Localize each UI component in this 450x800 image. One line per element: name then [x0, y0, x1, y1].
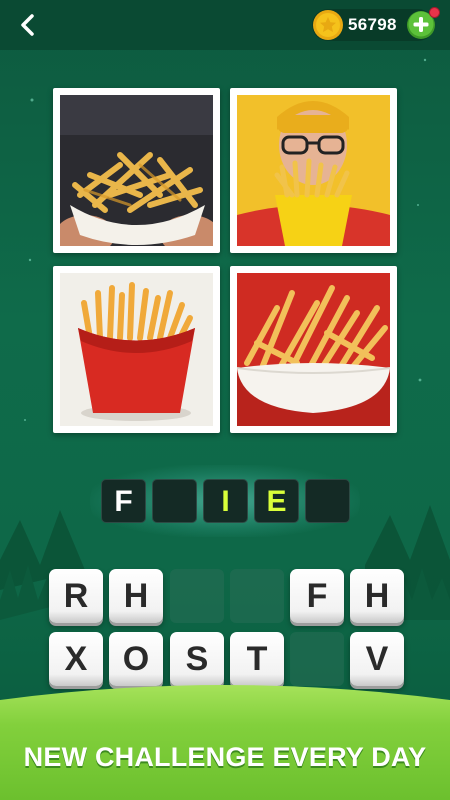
letter-key[interactable]: O [109, 632, 163, 686]
photo-man-with-fries[interactable] [230, 88, 397, 253]
banner-text: NEW CHALLENGE EVERY DAY [23, 742, 427, 772]
letter-key[interactable]: X [49, 632, 103, 686]
chevron-left-icon [21, 14, 34, 36]
letter-key[interactable]: F [290, 569, 344, 623]
letter-key[interactable]: R [49, 569, 103, 623]
photo-fries-red-box[interactable] [53, 266, 220, 433]
answer-slot-4[interactable]: E [254, 479, 299, 523]
coin-balance: 56798 [348, 15, 397, 34]
top-bar: 56798 [0, 0, 450, 50]
letter-key[interactable]: T [230, 632, 284, 686]
empty-key-slot [230, 569, 284, 623]
banner-hill [0, 685, 450, 800]
empty-key-slot [290, 632, 344, 686]
empty-key-slot [170, 569, 224, 623]
letter-key[interactable]: H [109, 569, 163, 623]
gold-coin-icon [313, 10, 343, 40]
back-button[interactable] [14, 10, 42, 40]
fries-red-box-image [60, 273, 213, 426]
fries-white-bowl-image [237, 273, 390, 426]
letter-key[interactable]: H [350, 569, 404, 623]
answer-slot-3[interactable]: I [203, 479, 248, 523]
answer-slot-1[interactable]: F [101, 479, 146, 523]
fries-in-hands-image [60, 95, 213, 246]
letter-key[interactable]: V [350, 632, 404, 686]
photo-fries-white-bowl[interactable] [230, 266, 397, 433]
man-with-fries-image [237, 95, 390, 246]
letter-key[interactable]: S [170, 632, 224, 686]
coin-counter: 56798 [312, 7, 440, 41]
answer-slot-5[interactable] [305, 479, 350, 523]
photo-fries-in-hands[interactable] [53, 88, 220, 253]
answer-slot-2[interactable] [152, 479, 197, 523]
notification-dot [429, 7, 440, 18]
